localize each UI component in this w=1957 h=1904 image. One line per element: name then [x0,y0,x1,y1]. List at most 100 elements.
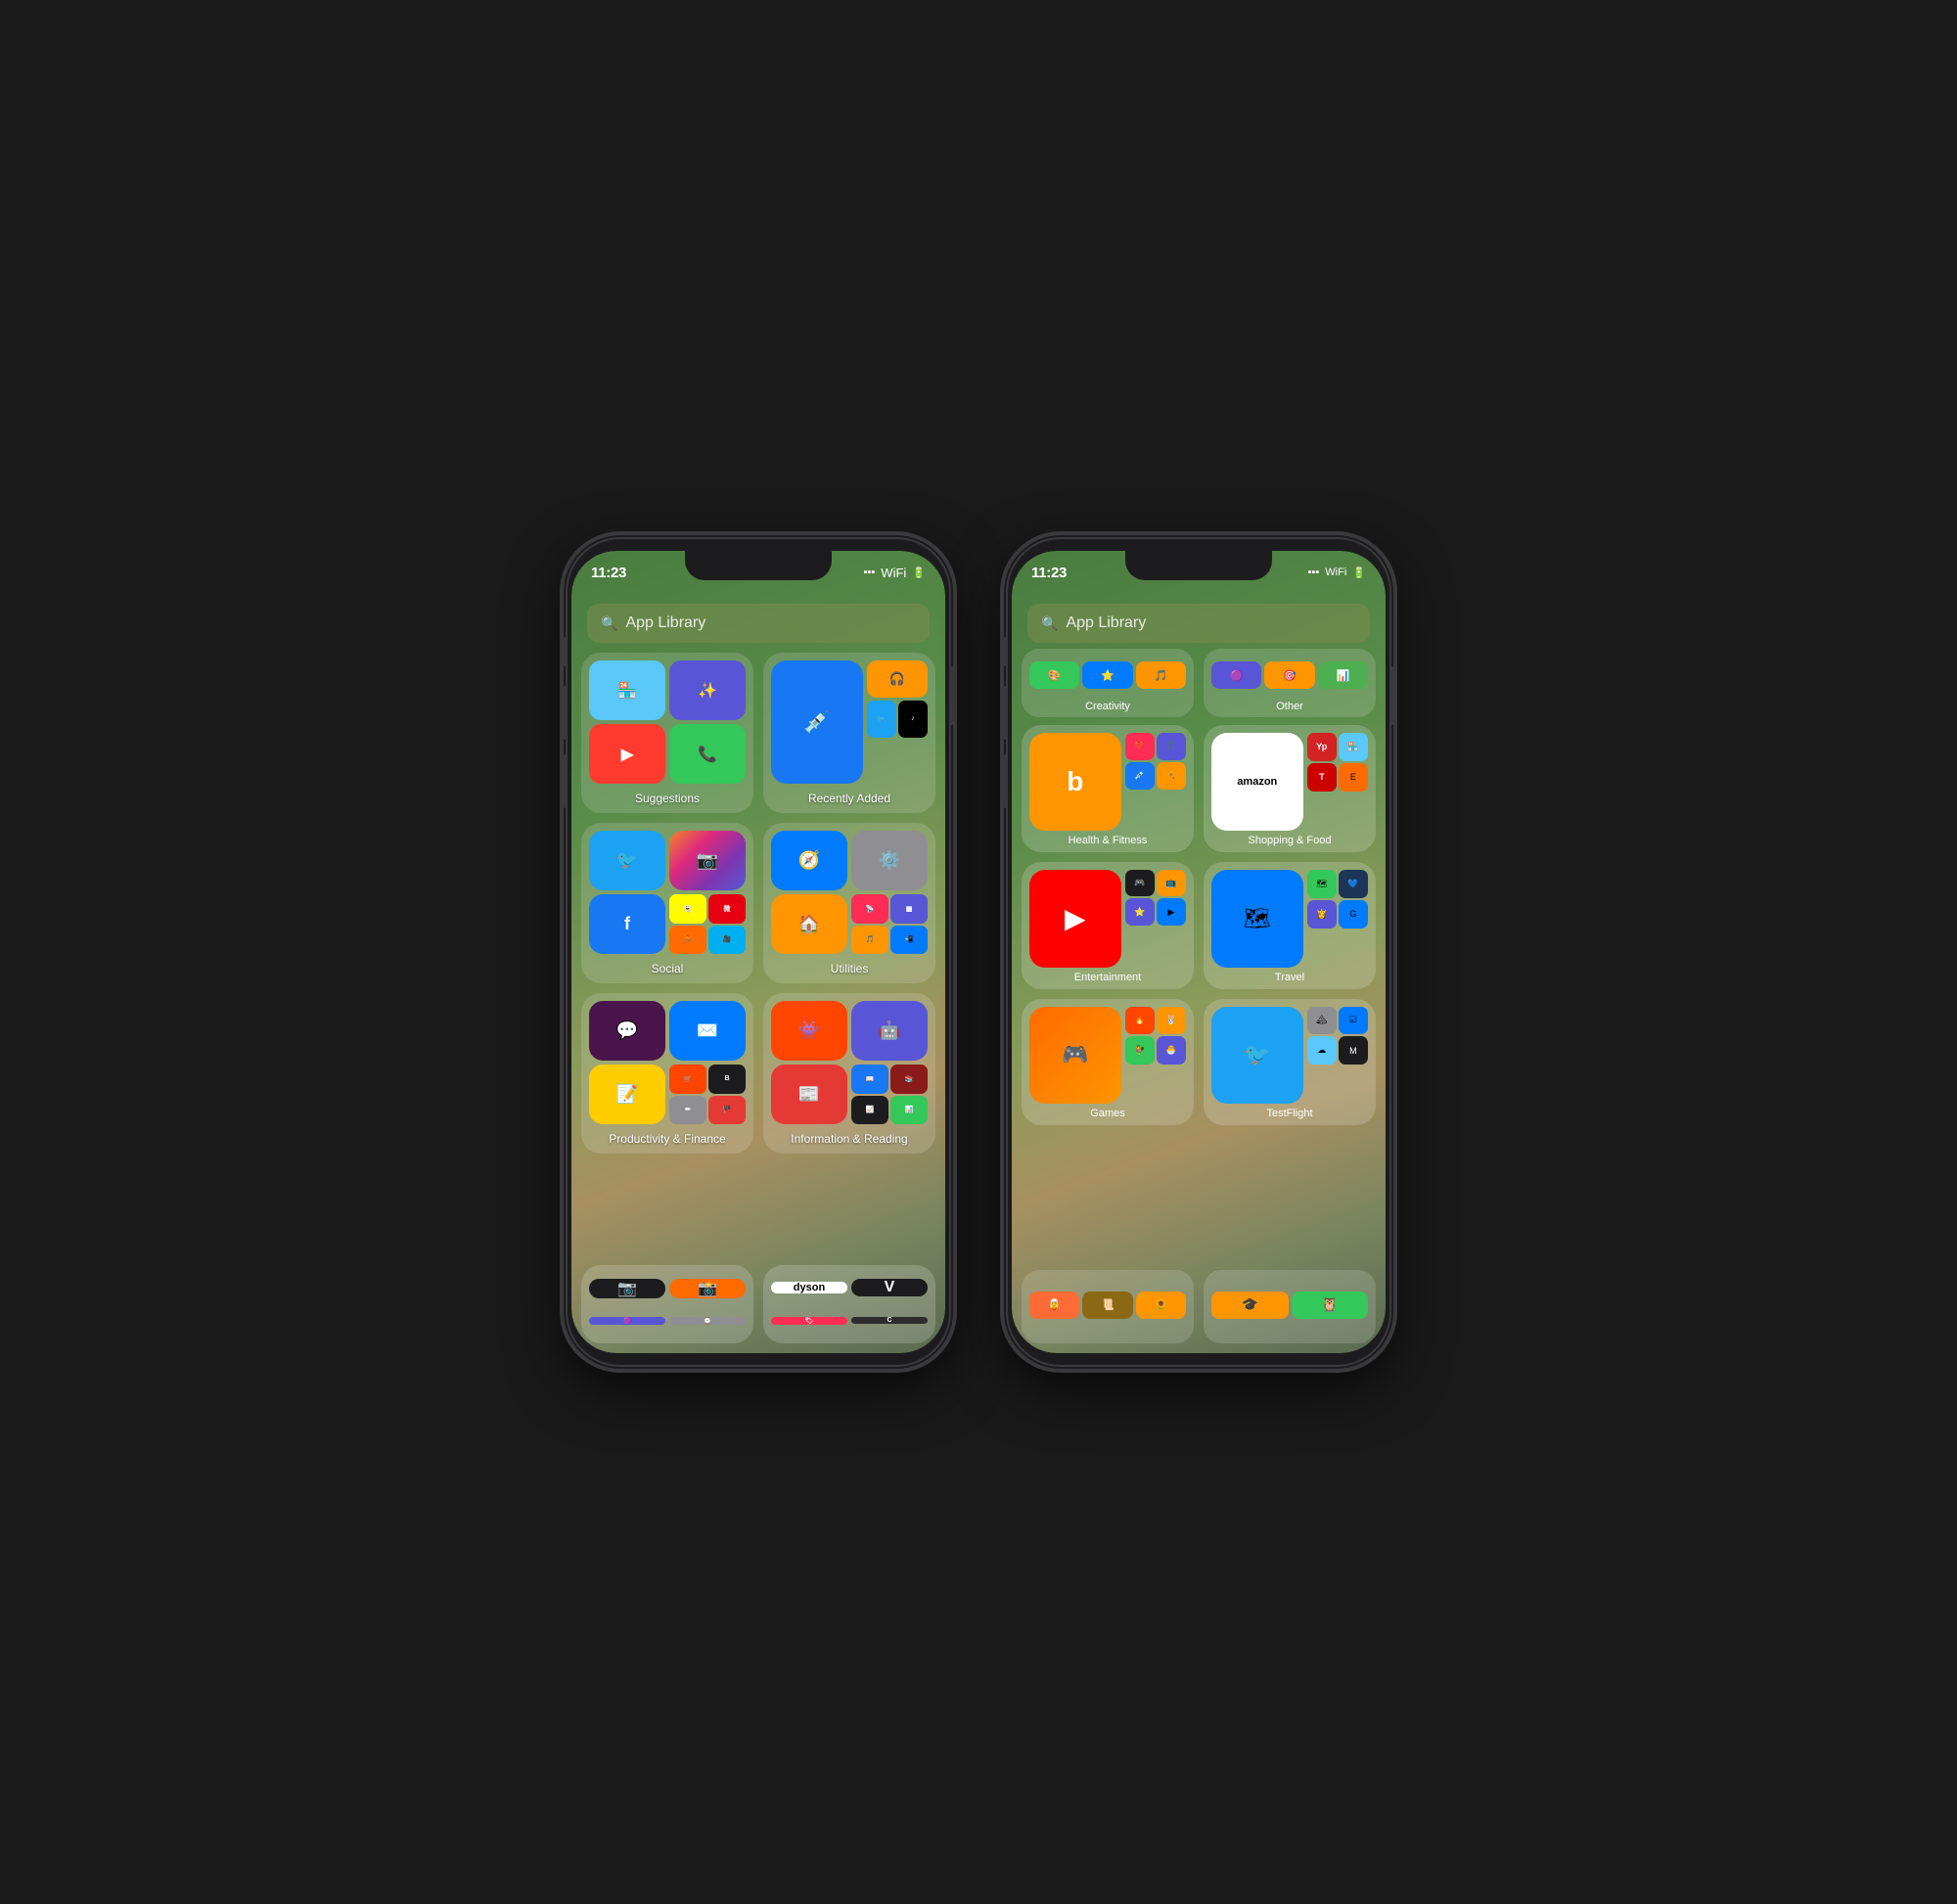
mute-button [563,637,568,666]
productivity-icon3: ✏ [669,1096,706,1125]
astro-icon: 🤖 [851,1001,928,1061]
folder-recently-added[interactable]: 💉 🎧 🐦 ♪ Recently Added [763,653,935,813]
travel-icon3: 👸 [1307,900,1337,929]
productivity-label: Productivity & Finance [609,1132,725,1146]
v-icon-partial: V [851,1279,928,1296]
target-icon: T [1307,763,1337,792]
tweetbot-icon: 🐦 [867,701,896,738]
folder-dyson[interactable]: dyson V 🏷 C [763,1265,935,1343]
entertainment-label: Entertainment [1074,972,1141,983]
travel-label: Travel [1275,972,1304,983]
testflight-icon4: M [1339,1036,1368,1065]
signal-icon-right: ▪▪▪ [1308,567,1320,578]
main-grid-right: b ❤️ 🎵 💉 🤸 Health & Fitness amazon [1022,725,1376,1262]
shopping-food-label: Shopping & Food [1248,835,1331,846]
podcast-icon: ▶ [1157,898,1186,926]
battery-icon: 🔋 [912,567,926,579]
right-screen: 11:23 ▪▪▪ WiFi 🔋 🔍 App Library 🎨 ⭐ 🎵 [1012,551,1386,1353]
partial-bottom-row-right: 🧝 📜 🌻 🎓 🦉 [1022,1270,1376,1343]
wifi-icon: WiFi [881,566,906,580]
games-icon2: 🐰 [1157,1007,1186,1035]
other-label: Other [1276,701,1303,712]
games-folder[interactable]: 🎮 🔥 🐰 🐓 🐣 Games [1022,999,1194,1126]
status-icons-right: ▪▪▪ WiFi 🔋 [1308,567,1366,579]
folder-suggestions[interactable]: 🏪 ✨ ▶ 📞 Suggestions [581,653,753,813]
youtube-icon: ▶ [589,724,665,784]
bottom-folder-right-right[interactable]: 🎓 🦉 [1204,1270,1376,1343]
folder-camera[interactable]: 📷 📸 🟣 ⌚ [581,1265,753,1343]
southwest-icon: 💙 [1339,870,1368,898]
volume-up-button-right [1003,686,1008,740]
creativity-icon1: 🎨 [1029,661,1079,689]
shopping-icon1: 🏪 [1339,733,1368,761]
tweetbot-testflight-icon: 🐦 [1211,1007,1303,1105]
folder-social[interactable]: 🐦 📷 f 👻 微 🏃 🎥 Social [581,823,753,983]
other-icon1: 🟣 [1211,661,1261,689]
time-right: 11:23 [1031,565,1067,581]
phone-icon: 📞 [669,724,746,784]
search-placeholder-right: App Library [1066,614,1146,632]
fitness-icon2: 💉 [1125,762,1155,790]
travel-icon1: 🗺 [1307,870,1337,898]
fortnite-icon: 🎮 [1029,1007,1121,1105]
reelgood-icon: ⭐ [1125,898,1155,926]
notch [685,551,832,580]
health-fitness-folder[interactable]: b ❤️ 🎵 💉 🤸 Health & Fitness [1022,725,1194,852]
snapchat-icon: 👻 [669,894,706,924]
amazon-icon: amazon [1211,733,1303,831]
recently-added-label: Recently Added [808,792,890,805]
bottom-folder-left-right[interactable]: 🧝 📜 🌻 [1022,1270,1194,1343]
creativity-folder[interactable]: 🎨 ⭐ 🎵 Creativity [1022,649,1194,717]
search-bar-left[interactable]: 🔍 App Library [587,604,930,643]
utilities-icon3: 📲 [890,926,928,955]
folder-suggestions-icons: 🏪 ✨ ▶ 📞 [581,653,753,788]
other-folder[interactable]: 🟣 🎯 📊 Other [1204,649,1376,717]
bottom-icon1-right: 🧝 [1029,1292,1079,1319]
instagram-icon: 📷 [669,831,746,890]
prime-icon: 📺 [1157,870,1186,897]
shopping-food-folder[interactable]: amazon Yp 🏪 T E Shopping & Food [1204,725,1376,852]
games-label: Games [1090,1108,1124,1119]
home-icon: 🏠 [771,894,847,954]
volume-down-button [563,754,568,808]
folder-information[interactable]: 👾 🤖 📰 📖 📚 📈 📊 Information & Reading [763,993,935,1154]
other-icon2: 🎯 [1264,661,1314,689]
signal-icon: ▪▪▪ [864,567,876,578]
reading-icon1: 📖 [851,1065,888,1094]
search-bar-right[interactable]: 🔍 App Library [1027,604,1370,643]
covid-trace-icon: 💉 [771,660,863,784]
left-phone: 11:23 ▪▪▪ WiFi 🔋 🔍 App Library 🏪 ✨ [568,539,949,1365]
fitness-icon1: 🎵 [1157,733,1186,760]
travel-folder[interactable]: 🗺 🗺 💙 👸 G Travel [1204,862,1376,989]
status-icons-left: ▪▪▪ WiFi 🔋 [864,566,926,580]
testflight-icon3: ☁ [1307,1036,1337,1065]
bottom-icon3-right: 🌻 [1136,1292,1186,1319]
owl-icon: 🦉 [1292,1292,1369,1319]
entertainment-folder[interactable]: ▶ 🎮 📺 ⭐ ▶ Entertainment [1022,862,1194,989]
partial-top-row: 🎨 ⭐ 🎵 Creativity 🟣 🎯 📊 Other [1022,649,1376,717]
utilities-icon2: 🎵 [851,926,888,955]
wifi-icon-right: WiFi [1325,567,1346,578]
duolingo-icon: 🎓 [1211,1292,1289,1319]
notes-icon: 📝 [589,1065,665,1124]
folder-utilities[interactable]: 🧭 ⚙️ 🏠 📡 ▦ 🎵 📲 Utilities [763,823,935,983]
weibo-icon: 微 [708,894,746,924]
fitness-icon3: 🤸 [1157,762,1186,790]
runkeeper-icon: 🏃 [669,926,706,955]
slack-icon: 💬 [589,1001,665,1061]
testflight-folder[interactable]: 🐦 🏔 ☑ ☁ M TestFlight [1204,999,1376,1126]
tiktok-icon: ♪ [898,701,928,738]
folder-productivity[interactable]: 💬 ✉️ 📝 🛒 B ✏ 🏴 Productivity & Finance [581,993,753,1154]
bottom-icon2-right: 📜 [1082,1292,1132,1319]
travel-icon4: G [1339,900,1368,929]
entertainment-icon1: 🎮 [1125,870,1155,897]
testflight-icon1: 🏔 [1307,1007,1337,1035]
etsy-icon: E [1339,763,1368,792]
other-icon3: 📊 [1318,661,1368,689]
battery-icon-right: 🔋 [1352,567,1366,579]
partial-icon2: ⌚ [669,1317,746,1325]
settings-icon: ⚙️ [851,831,928,890]
siri-icon: ✨ [669,660,746,720]
reading-icon3: 📈 [851,1096,888,1125]
productivity-icon2: B [708,1065,746,1094]
